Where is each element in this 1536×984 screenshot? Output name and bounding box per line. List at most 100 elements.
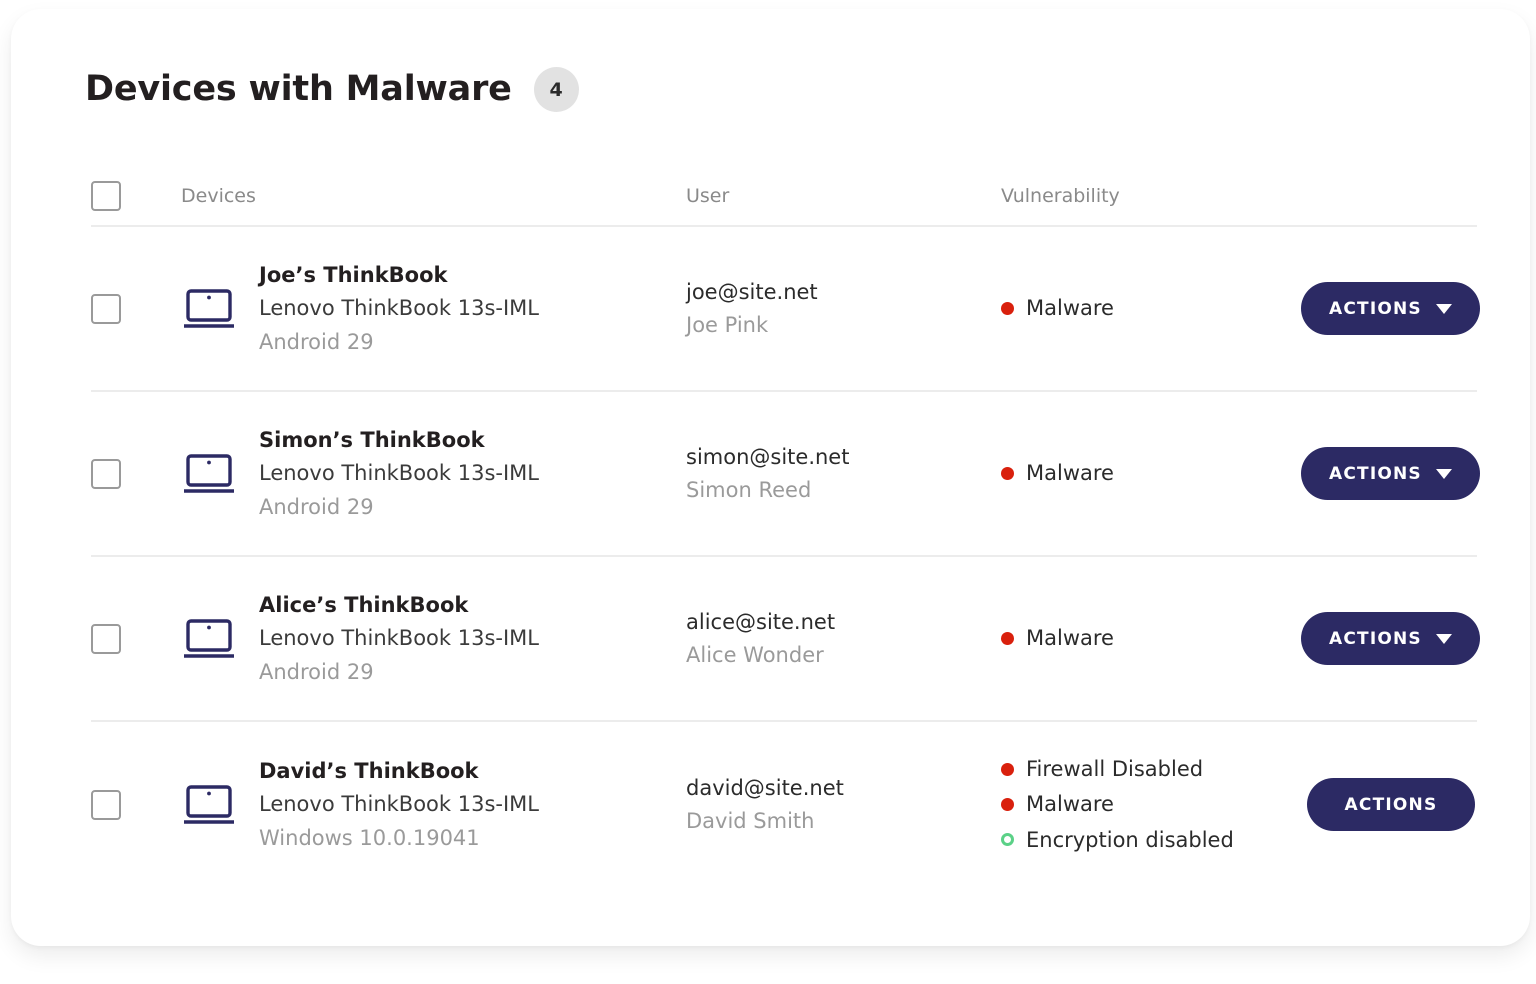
vulnerability-cell: Malware	[1001, 624, 1301, 652]
device-cell: Joe’s ThinkBook Lenovo ThinkBook 13s-IML…	[181, 260, 686, 357]
device-os: Android 29	[259, 659, 374, 684]
row-checkbox[interactable]	[91, 789, 121, 820]
actions-button-label: ACTIONS	[1344, 794, 1438, 815]
header-cell-devices[interactable]: Devices	[181, 185, 686, 207]
vulnerability-list: Malware	[1001, 459, 1301, 487]
user-name: Simon Reed	[686, 477, 812, 502]
laptop-icon	[181, 617, 237, 661]
device-text-block: Alice’s ThinkBook Lenovo ThinkBook 13s-I…	[259, 590, 539, 687]
actions-button[interactable]: ACTIONS	[1301, 612, 1480, 665]
vulnerability-label: Malware	[1026, 626, 1114, 651]
vulnerability-item: Firewall Disabled	[1001, 755, 1301, 783]
vulnerability-item: Malware	[1001, 790, 1301, 818]
header-cell-user[interactable]: User	[686, 185, 1001, 207]
user-cell: joe@site.net Joe Pink	[686, 276, 1001, 341]
vulnerability-label: Encryption disabled	[1026, 827, 1234, 852]
row-checkbox[interactable]	[91, 293, 121, 324]
user-name: Joe Pink	[686, 312, 769, 337]
row-select-cell	[91, 623, 181, 654]
actions-button[interactable]: ACTIONS	[1301, 282, 1480, 335]
device-cell: Alice’s ThinkBook Lenovo ThinkBook 13s-I…	[181, 590, 686, 687]
actions-button[interactable]: ACTIONS	[1307, 778, 1475, 831]
card-header: Devices with Malware 4	[85, 67, 579, 112]
status-ring-icon	[1001, 833, 1014, 847]
vulnerability-label: Firewall Disabled	[1026, 756, 1204, 781]
device-text-block: David’s ThinkBook Lenovo ThinkBook 13s-I…	[259, 756, 539, 853]
actions-cell: ACTIONS	[1301, 778, 1477, 831]
device-model: Lenovo ThinkBook 13s-IML	[259, 792, 539, 817]
table-body: Joe’s ThinkBook Lenovo ThinkBook 13s-IML…	[91, 227, 1480, 887]
row-select-cell	[91, 293, 181, 324]
device-model: Lenovo ThinkBook 13s-IML	[259, 626, 539, 651]
vulnerability-label: Malware	[1026, 296, 1114, 321]
user-email: simon@site.net	[686, 444, 850, 469]
device-count-badge: 4	[533, 67, 579, 112]
vulnerability-item: Malware	[1001, 624, 1301, 652]
device-cell: Simon’s ThinkBook Lenovo ThinkBook 13s-I…	[181, 425, 686, 522]
device-name: Joe’s ThinkBook	[259, 262, 448, 287]
laptop-icon	[181, 287, 237, 331]
actions-cell: ACTIONS	[1301, 447, 1482, 500]
table-row[interactable]: Joe’s ThinkBook Lenovo ThinkBook 13s-IML…	[91, 227, 1480, 392]
devices-table: Devices User Vulnerability Joe’s ThinkBo…	[91, 167, 1480, 887]
device-name: Alice’s ThinkBook	[259, 592, 469, 617]
actions-button-label: ACTIONS	[1329, 463, 1422, 484]
user-name: Alice Wonder	[686, 642, 824, 667]
device-cell: David’s ThinkBook Lenovo ThinkBook 13s-I…	[181, 756, 686, 853]
page-title: Devices with Malware	[85, 69, 512, 109]
table-row[interactable]: Alice’s ThinkBook Lenovo ThinkBook 13s-I…	[91, 557, 1480, 722]
row-select-cell	[91, 789, 181, 820]
vulnerability-label: Malware	[1026, 792, 1114, 817]
row-checkbox[interactable]	[91, 458, 121, 489]
vulnerability-list: Malware	[1001, 294, 1301, 322]
status-dot-icon	[1001, 798, 1014, 811]
row-select-cell	[91, 458, 181, 489]
user-cell: simon@site.net Simon Reed	[686, 441, 1001, 506]
select-all-checkbox[interactable]	[91, 181, 121, 211]
actions-cell: ACTIONS	[1301, 612, 1482, 665]
user-name: David Smith	[686, 808, 815, 833]
vulnerability-item: Malware	[1001, 294, 1301, 322]
laptop-icon	[181, 783, 237, 827]
table-row[interactable]: David’s ThinkBook Lenovo ThinkBook 13s-I…	[91, 722, 1477, 887]
vulnerability-label: Malware	[1026, 461, 1114, 486]
device-text-block: Joe’s ThinkBook Lenovo ThinkBook 13s-IML…	[259, 260, 539, 357]
status-dot-icon	[1001, 467, 1014, 480]
table-row[interactable]: Simon’s ThinkBook Lenovo ThinkBook 13s-I…	[91, 392, 1480, 557]
select-all-cell	[91, 181, 181, 211]
chevron-down-icon	[1435, 468, 1452, 479]
vulnerability-list: Malware	[1001, 624, 1301, 652]
vulnerability-item: Encryption disabled	[1001, 826, 1301, 854]
vulnerability-cell: Firewall Disabled Malware Encryption disab…	[1001, 755, 1301, 854]
vulnerability-cell: Malware	[1001, 294, 1301, 322]
device-model: Lenovo ThinkBook 13s-IML	[259, 461, 539, 486]
chevron-down-icon	[1435, 633, 1452, 644]
user-cell: david@site.net David Smith	[686, 772, 1001, 837]
header-label-vulnerability: Vulnerability	[1001, 185, 1120, 207]
status-dot-icon	[1001, 762, 1014, 776]
row-checkbox[interactable]	[91, 623, 121, 654]
status-dot-icon	[1001, 302, 1014, 315]
user-email: alice@site.net	[686, 609, 836, 634]
vulnerability-cell: Malware	[1001, 459, 1301, 487]
header-label-devices: Devices	[181, 185, 256, 207]
status-dot-icon	[1001, 632, 1014, 645]
device-name: Simon’s ThinkBook	[259, 427, 485, 452]
devices-with-malware-card: Devices with Malware 4 Devices User Vuln…	[11, 9, 1530, 946]
device-os: Android 29	[259, 494, 374, 519]
header-cell-vulnerability[interactable]: Vulnerability	[1001, 185, 1301, 207]
header-label-user: User	[686, 185, 730, 207]
user-email: joe@site.net	[686, 279, 818, 304]
table-header-row: Devices User Vulnerability	[91, 167, 1477, 227]
user-cell: alice@site.net Alice Wonder	[686, 606, 1001, 671]
device-text-block: Simon’s ThinkBook Lenovo ThinkBook 13s-I…	[259, 425, 539, 522]
actions-cell: ACTIONS	[1301, 282, 1482, 335]
vulnerability-item: Malware	[1001, 459, 1301, 487]
laptop-icon	[181, 452, 237, 496]
actions-button[interactable]: ACTIONS	[1301, 447, 1480, 500]
vulnerability-list: Firewall Disabled Malware Encryption disab…	[1001, 755, 1301, 854]
device-model: Lenovo ThinkBook 13s-IML	[259, 296, 539, 321]
actions-button-label: ACTIONS	[1329, 628, 1422, 649]
actions-button-label: ACTIONS	[1329, 298, 1422, 319]
chevron-down-icon	[1435, 303, 1452, 314]
